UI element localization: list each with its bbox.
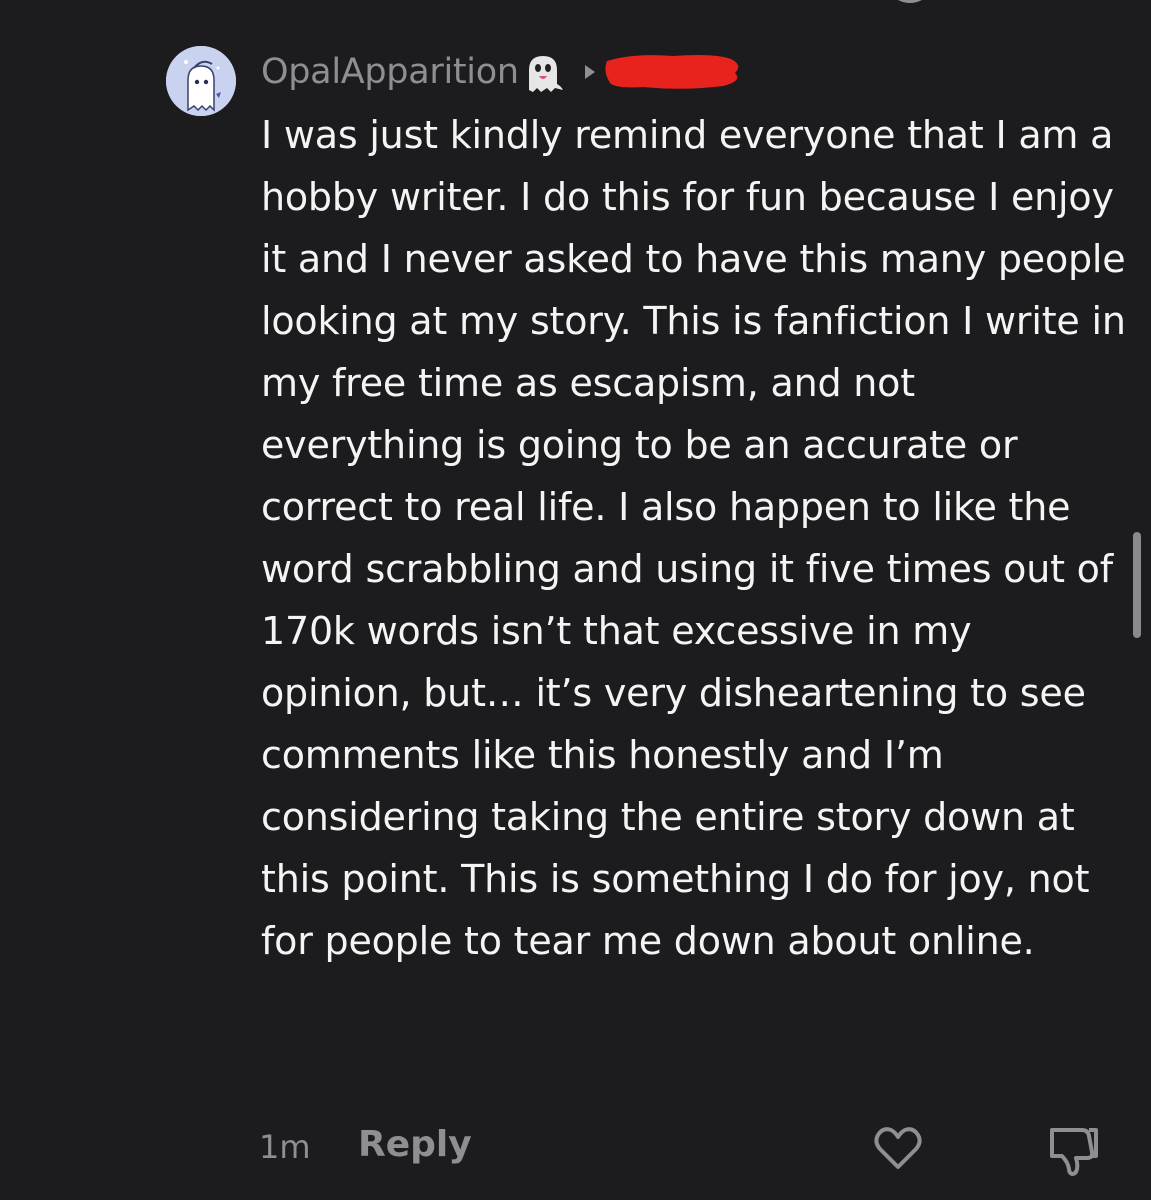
- comment-actions: 1m Reply: [0, 1118, 1151, 1178]
- thumbs-down-icon[interactable]: [1046, 1122, 1102, 1178]
- avatar[interactable]: [166, 46, 236, 116]
- comment-body: I was just kindly remind everyone that I…: [261, 113, 1126, 963]
- ghost-avatar-icon: [166, 46, 236, 116]
- heart-icon[interactable]: [872, 1122, 924, 1174]
- caret-right-icon: [584, 65, 595, 79]
- heart-icon[interactable]: [880, 0, 940, 10]
- comment-header: OpalApparition: [261, 50, 743, 94]
- reply-button[interactable]: Reply: [358, 1124, 472, 1165]
- thumbs-down-icon[interactable]: [1060, 0, 1090, 10]
- redacted-reply-target: [605, 55, 738, 89]
- timestamp: 1m: [259, 1128, 311, 1166]
- scrollbar[interactable]: [1133, 532, 1141, 638]
- previous-comment-actions: [0, 0, 1151, 10]
- ghost-emoji-icon: [528, 56, 563, 92]
- username[interactable]: OpalApparition: [261, 52, 519, 92]
